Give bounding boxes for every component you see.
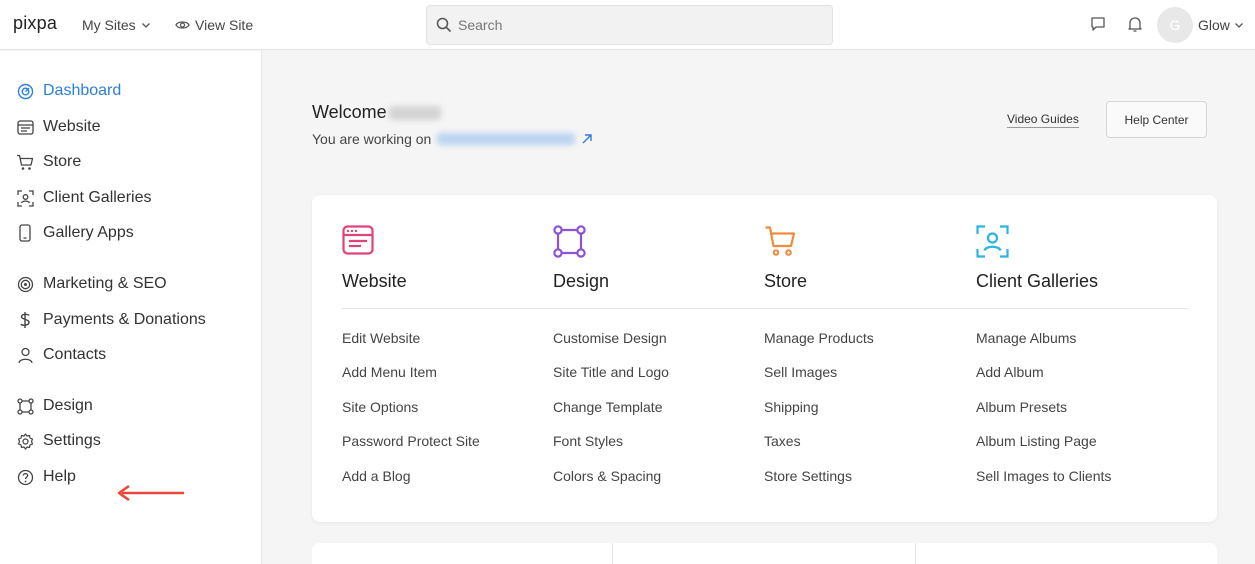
sidebar-item-label: Website [43,118,101,135]
link-manage-albums[interactable]: Manage Albums [976,330,1076,346]
link-manage-products[interactable]: Manage Products [764,330,874,346]
sidebar-item-marketing-seo[interactable]: Marketing & SEO [16,272,167,296]
eye-icon [175,21,190,29]
design-icon[interactable] [553,225,586,258]
column-title[interactable]: Client Galleries [976,271,1098,292]
link-site-options[interactable]: Site Options [342,399,418,415]
website-icon [16,118,34,136]
my-sites-dropdown[interactable]: My Sites [82,17,151,33]
link-store-settings[interactable]: Store Settings [764,468,852,484]
user-menu[interactable]: Glow [1198,17,1244,33]
top-bar: pixpa My Sites View Site G Glow [0,0,1255,50]
help-icon [16,468,34,486]
client-galleries-icon [16,189,34,207]
link-colors-spacing[interactable]: Colors & Spacing [553,468,661,484]
secondary-card [312,543,1217,564]
person-icon [16,346,34,364]
link-font-styles[interactable]: Font Styles [553,433,623,449]
link-change-template[interactable]: Change Template [553,399,662,415]
link-album-listing-page[interactable]: Album Listing Page [976,433,1097,449]
client-galleries-icon[interactable] [976,225,1009,258]
link-add-menu-item[interactable]: Add Menu Item [342,364,437,380]
working-on-line: You are working on [312,131,593,147]
sidebar-item-design[interactable]: Design [16,394,93,418]
link-shipping[interactable]: Shipping [764,399,819,415]
dashboard-icon [16,82,34,100]
quick-links-card: Website Edit Website Add Menu Item Site … [312,195,1217,522]
chevron-down-icon [141,23,150,28]
link-password-protect-site[interactable]: Password Protect Site [342,433,480,449]
link-customise-design[interactable]: Customise Design [553,330,667,346]
link-taxes[interactable]: Taxes [764,433,801,449]
avatar[interactable]: G [1157,7,1193,43]
sidebar-item-gallery-apps[interactable]: Gallery Apps [16,221,134,245]
pixpa-logo[interactable]: pixpa [13,13,57,34]
design-icon [16,397,34,415]
chevron-down-icon [1234,23,1243,28]
my-sites-label: My Sites [82,17,136,33]
sidebar-item-label: Payments & Donations [43,311,206,328]
sidebar-item-label: Help [43,468,76,485]
divider [915,543,916,564]
sidebar-item-website[interactable]: Website [16,115,101,139]
sidebar-item-dashboard[interactable]: Dashboard [16,79,121,103]
view-site-link[interactable]: View Site [175,17,253,33]
sidebar-item-contacts[interactable]: Contacts [16,343,106,367]
sidebar-item-label: Store [43,153,82,170]
working-on-label: You are working on [312,131,432,147]
link-add-album[interactable]: Add Album [976,364,1044,380]
gear-icon [16,432,34,450]
link-edit-website[interactable]: Edit Website [342,330,420,346]
sidebar-item-label: Contacts [43,346,107,363]
welcome-heading: Welcome [312,102,441,123]
blurred-user-name [388,106,441,121]
welcome-text: Welcome [312,102,387,122]
phone-icon [16,224,34,242]
sidebar: Dashboard Website Store Client Galleries… [0,51,262,564]
dollar-icon [16,311,34,329]
column-title[interactable]: Store [764,271,807,292]
sidebar-item-label: Marketing & SEO [43,275,167,292]
external-link-icon[interactable] [581,133,593,145]
sidebar-item-payments-donations[interactable]: Payments & Donations [16,308,206,332]
user-name: Glow [1198,17,1230,33]
view-site-label: View Site [195,17,254,33]
target-icon [16,275,34,293]
chat-icon[interactable] [1090,16,1106,32]
sidebar-item-label: Design [43,397,93,414]
sidebar-item-help[interactable]: Help [16,465,76,489]
column-title[interactable]: Design [553,271,609,292]
link-sell-images-to-clients[interactable]: Sell Images to Clients [976,468,1111,484]
video-guides-link[interactable]: Video Guides [1007,112,1079,128]
arrow-annotation [117,484,184,502]
sidebar-item-label: Client Galleries [43,189,152,206]
divider [612,543,613,564]
link-sell-images[interactable]: Sell Images [764,364,837,380]
search-icon [436,17,452,33]
sidebar-item-label: Dashboard [43,82,122,99]
website-icon[interactable] [342,225,374,255]
cart-icon [16,153,34,171]
search-input[interactable] [458,17,818,33]
help-center-button[interactable]: Help Center [1106,101,1207,138]
blurred-site-link[interactable] [437,133,576,145]
search-box[interactable] [426,5,833,45]
link-site-title-and-logo[interactable]: Site Title and Logo [553,364,669,380]
sidebar-item-settings[interactable]: Settings [16,429,101,453]
link-album-presets[interactable]: Album Presets [976,399,1067,415]
sidebar-item-store[interactable]: Store [16,150,81,174]
divider [342,308,1188,309]
cart-icon[interactable] [764,225,797,257]
sidebar-item-label: Gallery Apps [43,224,134,241]
sidebar-item-client-galleries[interactable]: Client Galleries [16,186,151,210]
sidebar-item-label: Settings [43,432,101,449]
link-add-a-blog[interactable]: Add a Blog [342,468,411,484]
column-title[interactable]: Website [342,271,407,292]
bell-icon[interactable] [1127,16,1143,33]
